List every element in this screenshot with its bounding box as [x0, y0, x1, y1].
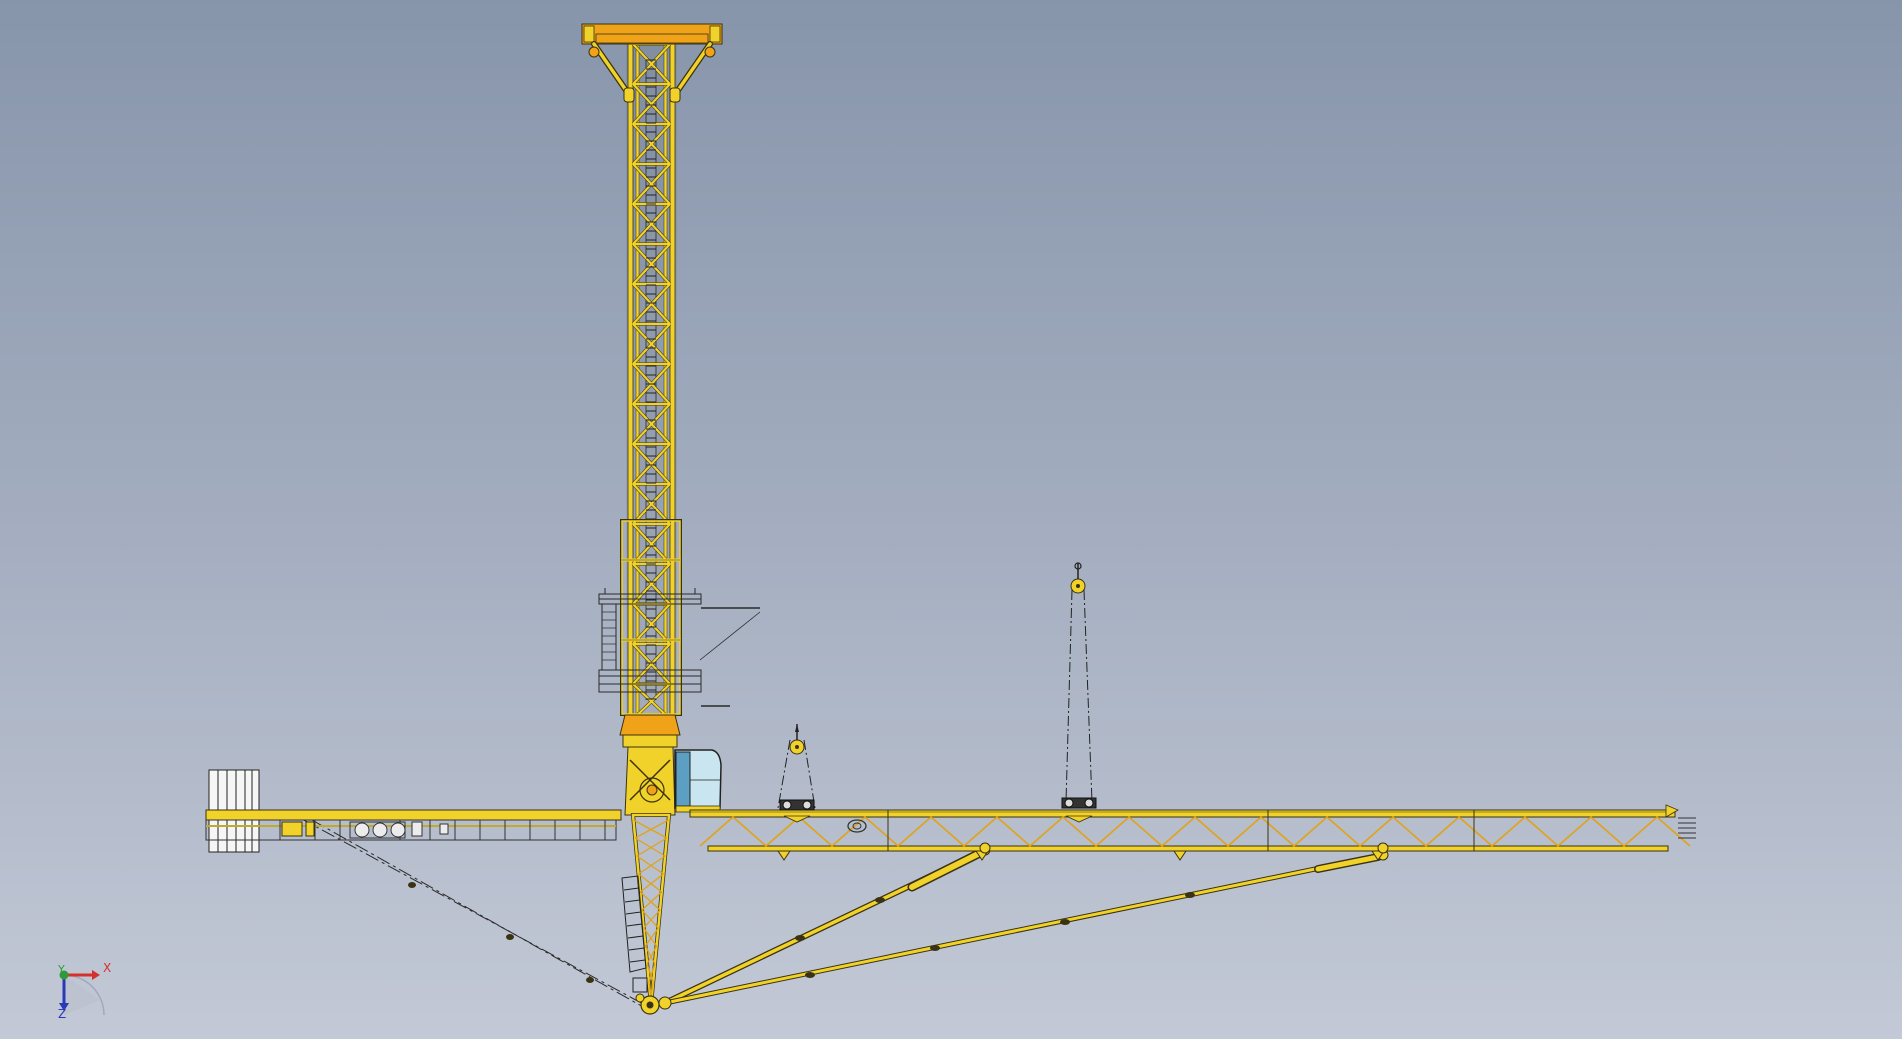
- jib: [689, 804, 1696, 861]
- base-pivot: [635, 993, 672, 1015]
- triad-y-label: Y: [58, 963, 65, 976]
- cad-viewport[interactable]: X Y Z: [0, 0, 1902, 1039]
- trolley-near: [777, 724, 816, 823]
- trolley-far: [1061, 562, 1097, 823]
- counter-jib: [205, 809, 622, 841]
- luffing-strut-inner: [662, 844, 991, 1006]
- hoist-winch: [349, 821, 449, 839]
- hook-pulley-wheel: [847, 819, 867, 833]
- ladder-section: [621, 875, 648, 993]
- triad-z-label: Z: [58, 1007, 67, 1021]
- crane-model[interactable]: [205, 23, 1696, 1015]
- triad-x-label: X: [103, 961, 112, 975]
- operator-cab: [674, 749, 722, 813]
- luffing-strut-outer: [662, 849, 1389, 1006]
- slewing-unit: [619, 714, 681, 816]
- a-frame: [621, 813, 672, 1015]
- jib-tip: [1678, 817, 1696, 839]
- strut-joints: [408, 882, 1195, 983]
- tower-mast: [626, 42, 677, 721]
